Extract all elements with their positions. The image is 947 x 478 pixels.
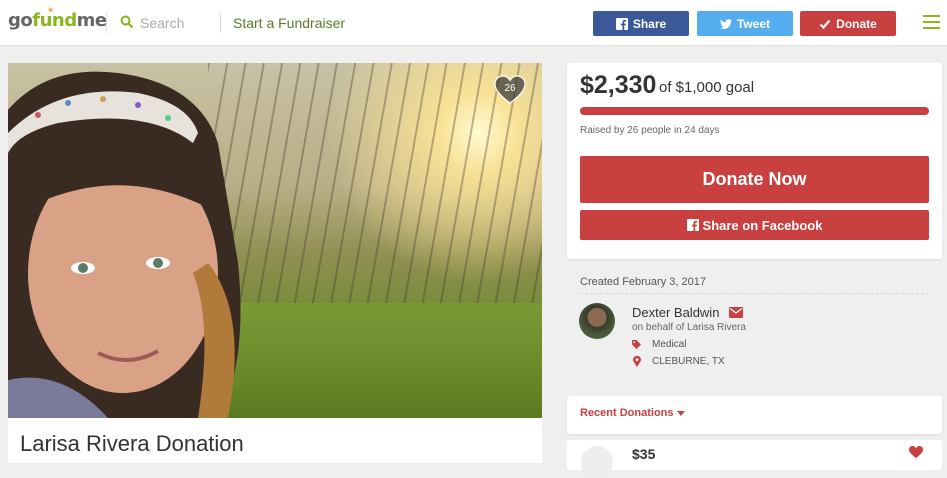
share-label: Share (632, 16, 667, 31)
recent-donations-label: Recent Donations (580, 407, 674, 419)
organizer-avatar[interactable] (579, 303, 615, 339)
goal-card: $2,330 of $1,000 goal Raised by 26 peopl… (567, 63, 942, 259)
campaign-card: 26 Larisa Rivera Donation (8, 63, 542, 463)
progress-fill (580, 107, 929, 115)
recent-donations-header[interactable]: Recent Donations (567, 396, 942, 434)
divider (106, 13, 107, 33)
hamburger-menu-icon[interactable] (923, 15, 940, 29)
logo-go: go (8, 10, 33, 31)
goal-progress-bar (580, 107, 929, 115)
created-date: Created February 3, 2017 (580, 276, 706, 288)
goal-text: of $1,000 goal (659, 79, 755, 96)
organizer-name[interactable]: Dexter Baldwin (632, 305, 719, 320)
divider (220, 13, 221, 33)
search-input[interactable] (140, 12, 212, 34)
facebook-share-button[interactable]: Share (593, 11, 689, 36)
tweet-label: Tweet (736, 16, 771, 31)
divider (580, 293, 929, 294)
facebook-icon (615, 17, 628, 30)
campaign-photo: 26 (8, 63, 542, 418)
checkmark-icon (819, 19, 831, 29)
logo-sun-icon: ⁎ (48, 4, 53, 15)
donate-label: Donate (836, 16, 877, 31)
search-icon[interactable] (120, 15, 134, 29)
raised-by-text: Raised by 26 people in 24 days (580, 125, 720, 136)
mail-icon[interactable] (729, 307, 743, 318)
heart-count: 26 (504, 83, 516, 94)
caret-down-icon (677, 411, 685, 416)
heart-count-badge[interactable]: 26 (494, 75, 526, 105)
gofundme-logo[interactable]: gofundme ⁎ (8, 4, 107, 36)
category-link[interactable]: Medical (652, 339, 686, 350)
start-fundraiser-link[interactable]: Start a Fundraiser (233, 15, 345, 31)
logo-me: me (76, 10, 107, 31)
twitter-icon (719, 18, 732, 29)
donate-now-button[interactable]: Donate Now (580, 156, 929, 203)
header-donate-button[interactable]: Donate (800, 11, 896, 36)
raised-amount: $2,330 (580, 71, 657, 99)
on-behalf-text: on behalf of Larisa Rivera (632, 322, 746, 333)
heart-icon[interactable] (909, 446, 923, 458)
tweet-button[interactable]: Tweet (697, 11, 793, 36)
share-facebook-label: Share on Facebook (702, 217, 823, 233)
campaign-title: Larisa Rivera Donation (20, 431, 244, 456)
location-text: CLEBURNE, TX (652, 356, 725, 367)
share-on-facebook-button[interactable]: Share on Facebook (580, 210, 929, 240)
facebook-icon (686, 219, 699, 231)
donor-avatar (581, 446, 613, 478)
tag-icon (632, 340, 641, 349)
logo-fund: fund (32, 10, 77, 31)
donation-item: $35 (567, 440, 942, 478)
location-pin-icon (633, 356, 641, 367)
photo-person (8, 71, 241, 418)
top-navbar: gofundme ⁎ Start a Fundraiser Share Twee… (0, 0, 947, 46)
